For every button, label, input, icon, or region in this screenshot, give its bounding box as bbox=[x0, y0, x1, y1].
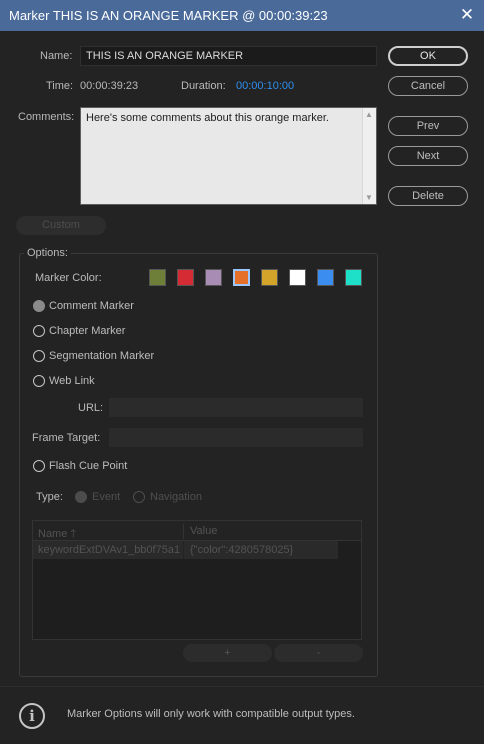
table-row[interactable]: keywordExtDVAv1_bb0f75a1 {"color":428057… bbox=[33, 541, 338, 559]
window-title: Marker THIS IS AN ORANGE MARKER @ 00:00:… bbox=[9, 8, 328, 23]
event-radio[interactable] bbox=[75, 491, 87, 503]
remove-param-button[interactable]: - bbox=[274, 644, 363, 662]
segmentation-marker-radio[interactable] bbox=[33, 350, 45, 362]
flash-cue-point-radio[interactable] bbox=[33, 460, 45, 472]
comments-scrollbar[interactable]: ▲ ▼ bbox=[362, 108, 376, 204]
color-swatch-gold[interactable] bbox=[261, 269, 278, 286]
frame-target-label: Frame Target: bbox=[32, 432, 101, 444]
chapter-marker-label[interactable]: Chapter Marker bbox=[49, 325, 125, 337]
frame-target-field[interactable] bbox=[109, 428, 363, 447]
next-button[interactable]: Next bbox=[388, 146, 468, 166]
web-link-radio[interactable] bbox=[33, 375, 45, 387]
column-divider bbox=[183, 524, 184, 539]
add-param-button[interactable]: + bbox=[183, 644, 272, 662]
navigation-label[interactable]: Navigation bbox=[150, 491, 202, 503]
color-swatch-orange[interactable] bbox=[233, 269, 250, 286]
column-divider bbox=[183, 541, 184, 559]
row-value-cell: {"color":4280578025} bbox=[190, 544, 294, 556]
custom-button[interactable]: Custom bbox=[16, 216, 106, 235]
sort-arrow-icon: 🡑 bbox=[70, 528, 77, 540]
time-label: Time: bbox=[46, 80, 74, 92]
footer-divider bbox=[0, 686, 484, 687]
delete-button[interactable]: Delete bbox=[388, 186, 468, 206]
url-label: URL: bbox=[78, 402, 104, 414]
close-icon[interactable]: ✕ bbox=[450, 0, 484, 31]
cancel-button[interactable]: Cancel bbox=[388, 76, 468, 96]
footer-message: Marker Options will only work with compa… bbox=[67, 708, 355, 720]
title-bar: Marker THIS IS AN ORANGE MARKER @ 00:00:… bbox=[0, 0, 484, 31]
options-legend: Options: bbox=[24, 247, 71, 259]
row-name-cell: keywordExtDVAv1_bb0f75a1 bbox=[38, 544, 181, 556]
color-swatch-blue[interactable] bbox=[317, 269, 334, 286]
event-label[interactable]: Event bbox=[92, 491, 120, 503]
color-swatch-olive[interactable] bbox=[149, 269, 166, 286]
scroll-down-icon[interactable]: ▼ bbox=[365, 193, 373, 202]
cue-params-table: Name 🡑 Value keywordExtDVAv1_bb0f75a1 {"… bbox=[32, 520, 362, 640]
table-header: Name 🡑 Value bbox=[33, 521, 361, 541]
segmentation-marker-label[interactable]: Segmentation Marker bbox=[49, 350, 154, 362]
marker-color-label: Marker Color: bbox=[35, 272, 102, 284]
type-label: Type: bbox=[36, 491, 63, 503]
time-value[interactable]: 00:00:39:23 bbox=[80, 80, 138, 92]
color-swatch-white[interactable] bbox=[289, 269, 306, 286]
url-field[interactable] bbox=[109, 398, 363, 417]
color-swatch-teal[interactable] bbox=[345, 269, 362, 286]
column-header-value[interactable]: Value bbox=[190, 525, 217, 537]
chapter-marker-radio[interactable] bbox=[33, 325, 45, 337]
comment-marker-radio[interactable] bbox=[33, 300, 45, 312]
name-field[interactable]: THIS IS AN ORANGE MARKER bbox=[80, 46, 377, 66]
marker-dialog: Name: THIS IS AN ORANGE MARKER Time: 00:… bbox=[0, 31, 484, 744]
comments-text: Here's some comments about this orange m… bbox=[86, 112, 329, 124]
comment-marker-label[interactable]: Comment Marker bbox=[49, 300, 134, 312]
flash-cue-point-label[interactable]: Flash Cue Point bbox=[49, 460, 127, 472]
duration-value[interactable]: 00:00:10:00 bbox=[236, 80, 294, 92]
prev-button[interactable]: Prev bbox=[388, 116, 468, 136]
web-link-label[interactable]: Web Link bbox=[49, 375, 95, 387]
comments-label: Comments: bbox=[18, 111, 75, 123]
name-label: Name: bbox=[40, 50, 73, 62]
color-swatch-red[interactable] bbox=[177, 269, 194, 286]
scroll-up-icon[interactable]: ▲ bbox=[365, 110, 373, 119]
color-swatch-lavender[interactable] bbox=[205, 269, 222, 286]
comments-textarea[interactable]: Here's some comments about this orange m… bbox=[80, 107, 377, 205]
info-icon: i bbox=[19, 703, 45, 729]
duration-label: Duration: bbox=[181, 80, 226, 92]
ok-button[interactable]: OK bbox=[388, 46, 468, 66]
navigation-radio[interactable] bbox=[133, 491, 145, 503]
